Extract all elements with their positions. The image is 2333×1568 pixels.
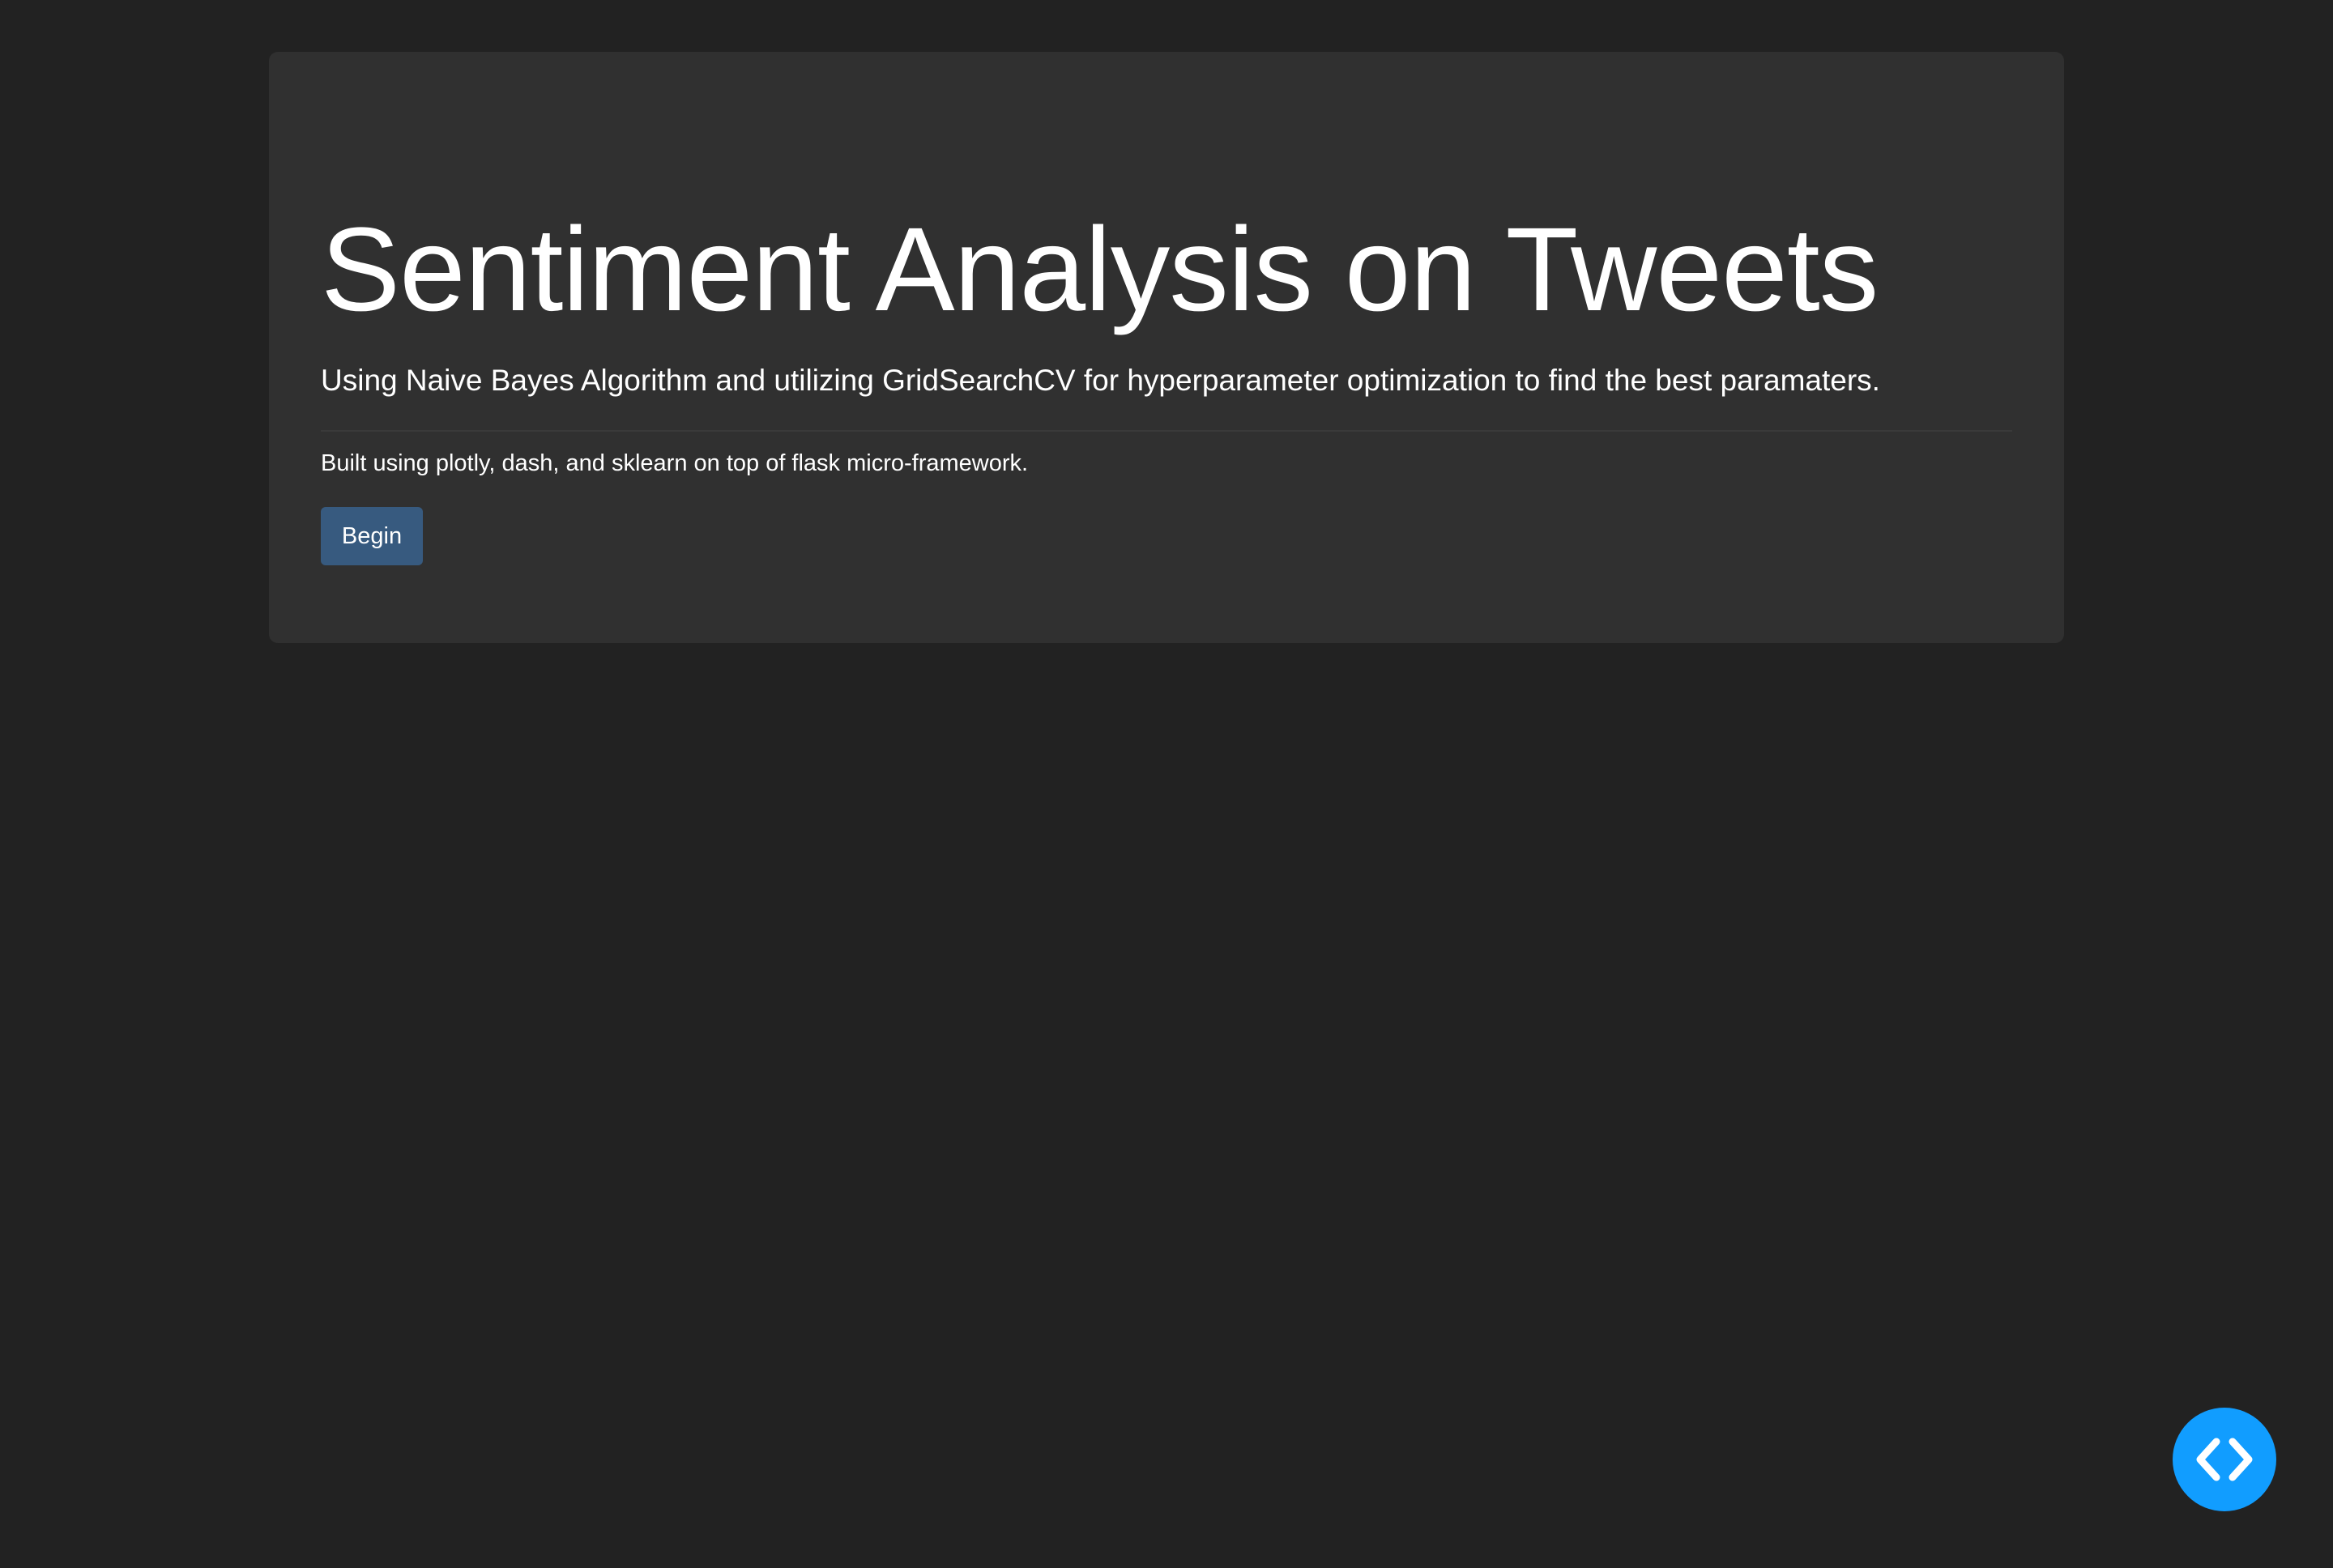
begin-button[interactable]: Begin [321,507,423,565]
built-with-text: Built using plotly, dash, and sklearn on… [321,450,1029,476]
jumbotron-card: Sentiment Analysis on Tweets Using Naive… [269,52,2064,643]
debug-menu-button[interactable] [2173,1408,2276,1511]
code-icon [2196,1438,2253,1481]
divider [321,430,2012,432]
lead-text: Using Naive Bayes Algorithm and utilizin… [321,364,1880,397]
page-title: Sentiment Analysis on Tweets [321,203,1879,336]
